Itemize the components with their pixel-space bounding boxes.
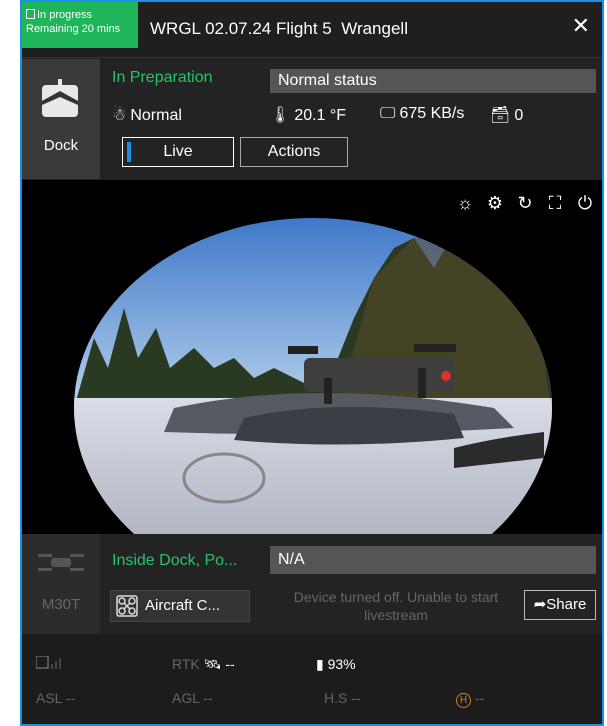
tab-actions[interactable]: Actions (240, 137, 348, 167)
dock-tile[interactable]: Dock (22, 59, 100, 179)
aircraft-status-field: N/A (270, 546, 596, 574)
dock-panel: Dock In Preparation Normal status ☃ Norma… (22, 59, 602, 179)
share-icon: ➦ (533, 596, 547, 613)
dock-icon (42, 79, 78, 117)
horizontal-speed-readout: H.S -- (324, 690, 361, 706)
task-name: WRGL 02.07.24 Flight 5 (150, 19, 332, 38)
drone-icon (38, 554, 84, 571)
aircraft-camera-button[interactable]: Aircraft C... (110, 590, 250, 622)
network-indicator: 🖵 675 KB/s (380, 105, 464, 123)
storage-icon: 🗃 (490, 107, 511, 124)
satellite-icon: 🛰 (203, 656, 222, 672)
fisheye-camera-feed (74, 218, 552, 534)
dock-label: Dock (43, 137, 79, 154)
weather-value: Normal (130, 107, 182, 124)
light-icon[interactable]: ☼ (454, 192, 476, 214)
video-toolbar: ☼ ⚙ ↻ ⛶ ⏻ (454, 192, 596, 214)
network-icon: 🖵 (380, 105, 396, 122)
temperature-value: 20.1 °F (294, 107, 347, 124)
dock-live-window: In progress Remaining 20 mins WRGL 02.07… (20, 0, 604, 726)
dock-status-field: Normal status (270, 69, 596, 93)
aircraft-camera-label: Aircraft C... (145, 597, 221, 614)
signal-icon (36, 656, 61, 669)
task-status-badge: In progress Remaining 20 mins (22, 2, 138, 48)
aircraft-model: M30T (41, 596, 81, 613)
task-status: In progress (37, 9, 93, 21)
aircraft-tile[interactable]: M30T (22, 534, 100, 634)
battery-icon: ▮ (316, 656, 324, 672)
aircraft-panel: M30T Inside Dock, Po... N/A Aircraft C..… (22, 534, 602, 634)
fullscreen-icon[interactable]: ⛶ (544, 192, 566, 214)
thermometer-icon: 🌡 (270, 107, 291, 124)
tab-live[interactable]: Live (122, 137, 234, 167)
battery-indicator: ▮ 93% (316, 656, 356, 673)
task-remaining: Remaining 20 mins (26, 23, 121, 35)
weather-icon: ☃ (112, 107, 127, 124)
dock-state: In Preparation (112, 69, 213, 86)
home-distance-value: -- (475, 690, 485, 706)
task-icon (26, 9, 35, 19)
weather-indicator: ☃ Normal (112, 105, 182, 125)
agl-readout: AGL -- (172, 690, 213, 706)
task-title: WRGL 02.07.24 Flight 5 Wrangell (150, 19, 408, 39)
quadcopter-icon (116, 595, 138, 617)
refresh-icon[interactable]: ↻ (514, 192, 536, 214)
active-tab-indicator (127, 142, 131, 162)
task-site: Wrangell (341, 19, 408, 38)
home-point-icon: H (456, 693, 471, 708)
battery-value: 93% (327, 656, 356, 672)
livestream-offline-message: Device turned off. Unable to start lives… (293, 589, 499, 623)
settings-icon[interactable]: ⚙ (484, 192, 506, 214)
storage-value: 0 (514, 107, 524, 124)
rtk-value: -- (225, 656, 235, 672)
network-value: 675 KB/s (399, 105, 465, 122)
share-button[interactable]: ➦Share (524, 590, 596, 620)
rtk-indicator: RTK 🛰 -- (172, 656, 235, 673)
task-header: In progress Remaining 20 mins WRGL 02.07… (22, 2, 602, 58)
share-label: Share (546, 596, 587, 613)
asl-readout: ASL -- (36, 690, 76, 706)
live-video-view[interactable]: ☼ ⚙ ↻ ⛶ ⏻ (22, 180, 602, 534)
tab-live-label: Live (163, 143, 193, 160)
temperature-indicator: 🌡 20.1 °F (270, 105, 346, 125)
rtk-label: RTK (172, 656, 200, 672)
home-distance-readout: H -- (456, 690, 484, 708)
aircraft-state: Inside Dock, Po... (112, 552, 238, 569)
close-button[interactable]: ✕ (572, 14, 590, 38)
storage-indicator: 🗃 0 (490, 105, 523, 125)
power-icon[interactable]: ⏻ (574, 192, 596, 214)
telemetry-bar: RTK 🛰 -- ▮ 93% ASL -- AGL -- H.S -- H -- (22, 634, 602, 724)
